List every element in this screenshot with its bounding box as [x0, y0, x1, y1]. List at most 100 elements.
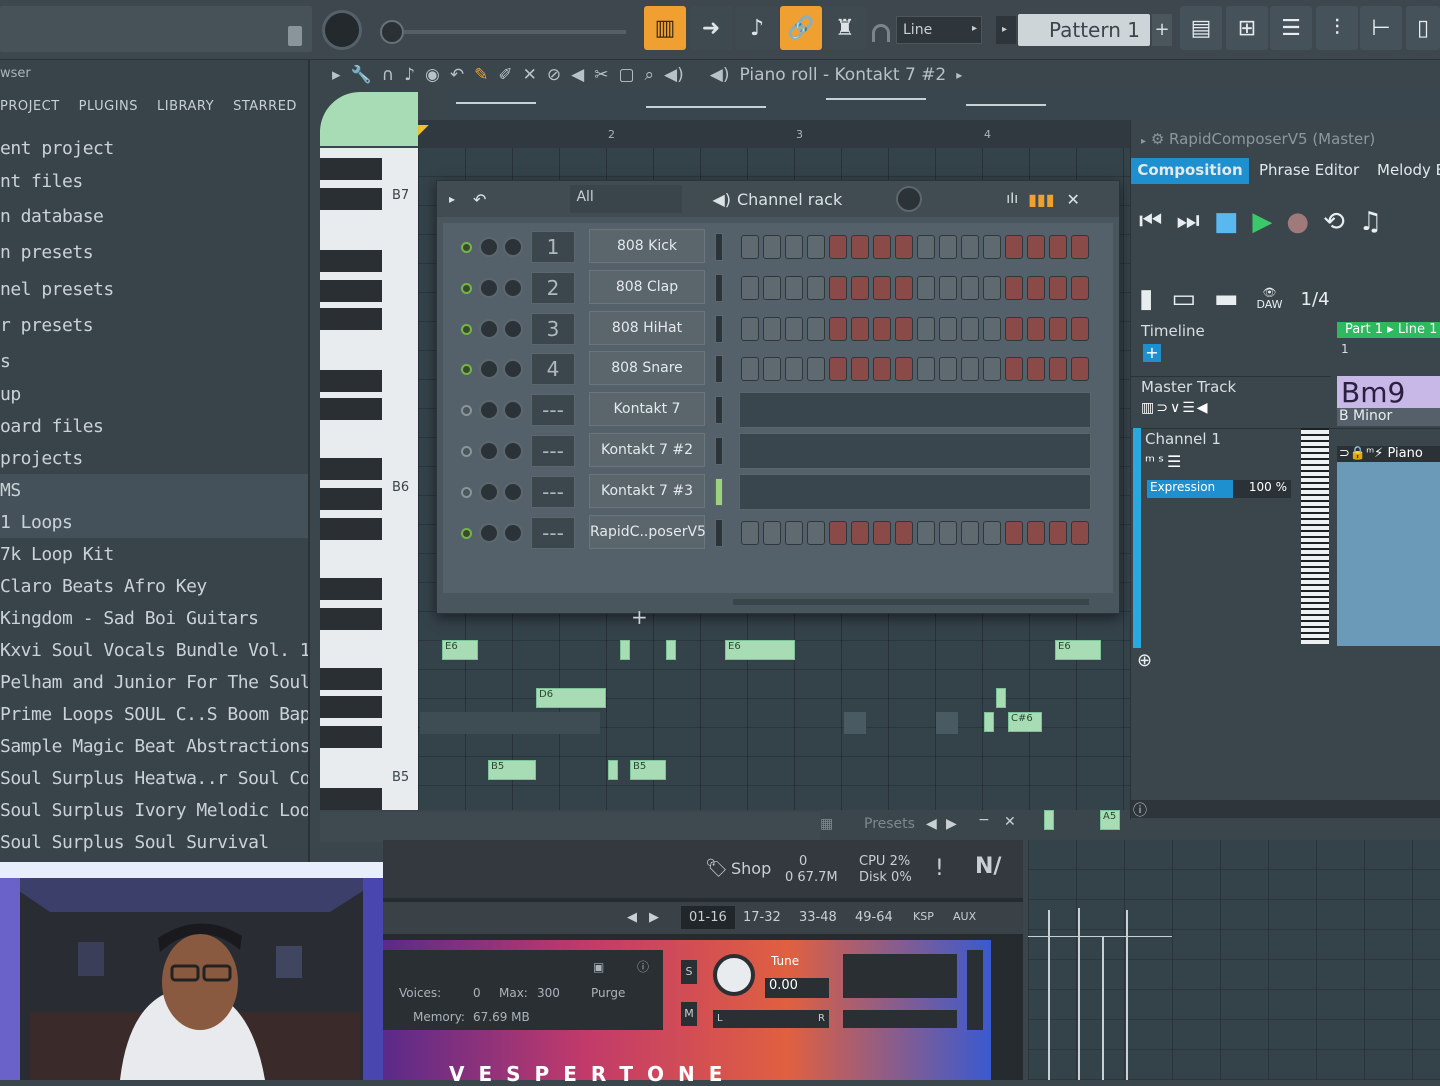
step-edit-button[interactable]: ➜ — [690, 6, 732, 50]
note-block[interactable]: A5 — [1100, 810, 1120, 830]
step-button[interactable] — [1071, 275, 1089, 300]
channel-mixer-track[interactable]: 4 — [531, 353, 575, 386]
wrench-icon[interactable]: 🔧 — [351, 65, 372, 85]
step-button[interactable] — [851, 520, 869, 545]
keyboard-icon[interactable]: ▬ — [1214, 284, 1239, 314]
step-button[interactable] — [961, 357, 979, 382]
channel-select-bar[interactable] — [715, 355, 723, 384]
step-button[interactable] — [939, 520, 957, 545]
browser-item[interactable]: Pelham and Junior For The Soul — [0, 666, 308, 698]
step-button[interactable] — [917, 520, 935, 545]
pattern-prev-arrow[interactable]: ▸ — [996, 16, 1016, 44]
step-button[interactable] — [829, 316, 847, 341]
add-pattern-button[interactable]: + — [1152, 14, 1172, 46]
close-icon[interactable]: ✕ — [1004, 814, 1016, 830]
browser-item[interactable]: Soul Surplus Soul Survival — [0, 826, 308, 858]
delete-icon[interactable]: ✕ — [523, 65, 537, 85]
gear-icon[interactable]: ⚙ — [1151, 130, 1164, 148]
step-button[interactable] — [763, 235, 781, 259]
step-button[interactable] — [983, 520, 1001, 545]
step-button[interactable] — [895, 357, 913, 382]
note-block[interactable]: C#6 — [1008, 712, 1042, 732]
step-button[interactable] — [1027, 316, 1045, 341]
channel-mixer-track[interactable]: 3 — [531, 312, 575, 345]
channel-name-button[interactable]: RapidC..poserV5 — [589, 514, 706, 549]
browser-item[interactable]: nt files — [0, 164, 308, 198]
slide-button[interactable]: ♪ — [736, 6, 778, 50]
browser-item[interactable]: ent project — [0, 132, 308, 164]
step-button[interactable] — [785, 357, 803, 382]
stop-icon[interactable]: ■ — [1214, 207, 1239, 237]
step-button[interactable] — [961, 316, 979, 341]
step-button[interactable] — [807, 275, 825, 300]
step-button[interactable] — [961, 520, 979, 545]
note-block[interactable]: E6 — [1055, 640, 1101, 660]
step-button[interactable] — [851, 357, 869, 382]
pencil-icon[interactable]: ✎ — [474, 65, 488, 85]
range-17-32[interactable]: 17-32 — [743, 910, 781, 925]
step-button[interactable] — [763, 357, 781, 382]
tune-knob[interactable] — [713, 954, 755, 996]
add-track-button[interactable]: + — [1143, 344, 1161, 362]
step-button[interactable] — [1071, 316, 1089, 341]
record-icon[interactable]: ● — [1286, 207, 1309, 237]
channel-mute-led[interactable] — [461, 323, 472, 335]
magnet-icon[interactable]: ∩ — [382, 65, 394, 85]
browser-item[interactable]: r presets — [0, 307, 308, 344]
browser-item[interactable]: Soul Surplus Ivory Melodic Loops — [0, 794, 308, 826]
step-button[interactable] — [895, 520, 913, 545]
step-button[interactable] — [961, 235, 979, 259]
step-button[interactable] — [873, 235, 891, 259]
undo-icon[interactable]: ↶ — [473, 190, 486, 209]
ksp-button[interactable]: KSP — [913, 910, 934, 923]
step-button[interactable] — [741, 235, 759, 259]
step-button[interactable] — [1049, 520, 1067, 545]
step-button[interactable] — [939, 316, 957, 341]
step-button[interactable] — [829, 275, 847, 300]
channel-filter-dropdown[interactable]: All — [570, 185, 683, 213]
note-block[interactable]: E6 — [442, 640, 478, 660]
channel-volume-knob[interactable] — [479, 237, 499, 257]
volume-slider[interactable] — [843, 1010, 957, 1028]
channel-select-bar[interactable] — [715, 314, 723, 343]
browser-item[interactable]: 7k Loop Kit — [0, 538, 308, 570]
range-49-64[interactable]: 49-64 — [855, 910, 893, 925]
graph-icon[interactable]: ıIı — [1006, 191, 1018, 207]
expression-label[interactable]: Expression — [1147, 480, 1233, 498]
channel-pan-knob[interactable] — [503, 237, 523, 257]
note-block[interactable] — [620, 640, 630, 660]
zoom-icon[interactable]: ⌕ — [645, 65, 655, 85]
playback-icon[interactable]: ◀) — [664, 65, 684, 85]
browser-item[interactable]: Soul Surplus Heatwa..r Soul Compositions — [0, 762, 308, 794]
step-button[interactable] — [895, 316, 913, 341]
browser-item[interactable]: 1 Loops — [0, 506, 308, 538]
metronome-icon[interactable] — [288, 26, 302, 46]
channel-mute-led[interactable] — [461, 527, 472, 539]
step-button[interactable] — [741, 520, 759, 545]
solo-button[interactable]: S — [681, 960, 697, 984]
mini-keyboard[interactable] — [1301, 428, 1329, 644]
play-arrow-icon[interactable]: ▸ — [449, 192, 455, 206]
brush-icon[interactable]: ✐ — [498, 65, 512, 85]
step-button[interactable] — [1027, 275, 1045, 300]
tab-phrase-editor[interactable]: Phrase Editor — [1259, 158, 1359, 184]
note-block[interactable]: B5 — [630, 760, 666, 780]
note-block[interactable] — [608, 760, 618, 780]
step-button[interactable] — [807, 520, 825, 545]
note-block[interactable]: D6 — [536, 688, 606, 708]
step-button[interactable] — [895, 235, 913, 259]
channel-name-button[interactable]: 808 Snare — [589, 351, 705, 386]
step-button[interactable] — [763, 275, 781, 300]
record-icon[interactable]: ◉ — [425, 65, 440, 85]
step-button[interactable] — [1027, 357, 1045, 382]
step-button[interactable] — [785, 275, 803, 300]
stamp-button[interactable]: ♜ — [824, 6, 866, 50]
play-icon[interactable]: ▶ — [1252, 207, 1272, 237]
step-button[interactable] — [917, 357, 935, 382]
new-file-icon[interactable]: ▮ — [1139, 284, 1153, 314]
step-button[interactable] — [1005, 275, 1023, 300]
tab-project[interactable]: PROJECT — [0, 99, 60, 114]
step-button[interactable] — [917, 316, 935, 341]
tab-melody-editor[interactable]: Melody E — [1377, 158, 1440, 184]
snap-mode-dropdown[interactable]: Line ▸ — [896, 16, 982, 44]
